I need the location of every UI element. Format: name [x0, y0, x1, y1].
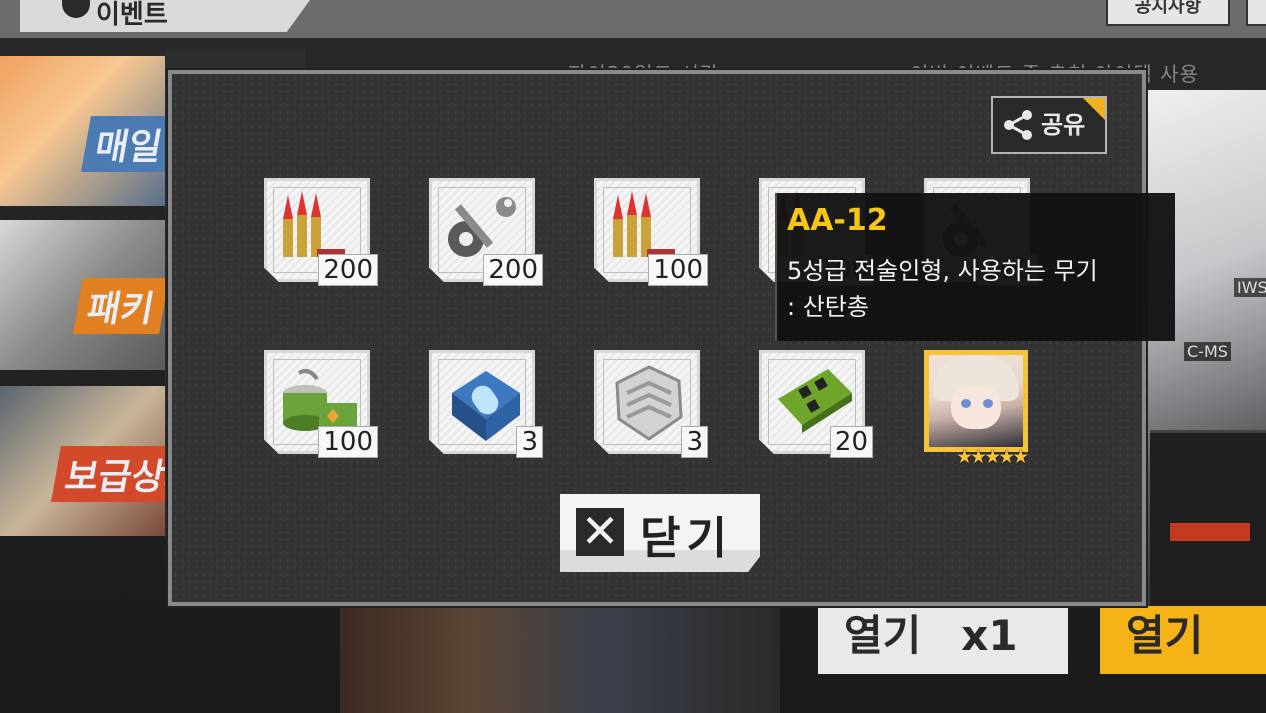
banner-daily[interactable]: 매일 [0, 56, 165, 206]
open-x1-label: 열기 [844, 611, 922, 660]
top-bar: 이벤트 공지사항 [0, 0, 1266, 38]
share-label: 공유 [1041, 111, 1086, 139]
item-quantity: 100 [648, 254, 708, 286]
item-quantity: 3 [516, 426, 543, 458]
item-quantity: 200 [318, 254, 378, 286]
supply-crate-art [1150, 430, 1266, 610]
tooltip-doll-name: AA-12 [787, 203, 888, 238]
right-tag-iws: IWS [1234, 278, 1266, 297]
doll-portrait [929, 355, 1023, 447]
item-quantity: 200 [483, 254, 543, 286]
share-button[interactable]: 공유 [991, 96, 1107, 154]
token-icon [615, 365, 683, 441]
reward-item[interactable]: 100 [594, 178, 708, 286]
quick-build-contract-icon [452, 371, 520, 441]
reward-item[interactable]: 200 [264, 178, 378, 286]
reward-item[interactable]: 3 [429, 350, 543, 458]
close-button[interactable]: ✕ 닫기 [560, 494, 760, 572]
share-corner-mark [1083, 98, 1105, 120]
close-label: 닫기 [640, 513, 733, 564]
tooltip-description-line1: 5성급 전술인형, 사용하는 무기 [787, 257, 1098, 285]
event-tab-label: 이벤트 [96, 0, 168, 30]
reward-item[interactable]: 20 [759, 350, 873, 458]
reward-item[interactable]: 200 [429, 178, 543, 286]
doll-card [924, 350, 1028, 452]
close-icon: ✕ [576, 508, 624, 556]
doll-eye [961, 399, 971, 408]
open-x1-button[interactable]: 열기 x1 [818, 606, 1068, 674]
banner-supply-box[interactable]: 보급상자 보상 [0, 386, 165, 536]
crate-stripe [1170, 523, 1250, 541]
item-quantity: 3 [681, 426, 708, 458]
item-quantity: 100 [318, 426, 378, 458]
doll-face [951, 385, 1001, 429]
event-logo-icon [62, 0, 90, 18]
banner-package-label: 패키 [73, 278, 165, 334]
event-tab[interactable]: 이벤트 [20, 0, 310, 32]
game-screen: 이벤트 공지사항 매일 패키 보급상자 보상 자이30일드 시간 이번 이벤트 … [0, 0, 1266, 713]
tooltip-description-line2: : 산탄총 [787, 293, 869, 321]
reward-item[interactable]: 3 [594, 350, 708, 458]
menu-button[interactable] [1246, 0, 1266, 26]
open-x1-count: x1 [961, 611, 1018, 660]
doll-tooltip: AA-12 5성급 전술인형, 사용하는 무기 : 산탄총 [775, 193, 1175, 341]
bottom-art-strip [340, 605, 780, 713]
share-icon [1004, 110, 1032, 140]
notice-button[interactable]: 공지사항 [1106, 0, 1230, 26]
open-button-label: 열기 [1126, 611, 1204, 660]
doll-eye [983, 399, 993, 408]
reward-item[interactable]: 100 [264, 350, 378, 458]
right-tag-cms: C-MS [1184, 342, 1231, 361]
item-quantity: 20 [829, 426, 873, 458]
banner-package[interactable]: 패키 [0, 220, 165, 370]
rarity-stars: ★★★★★ [956, 446, 1029, 468]
banner-supply-box-label: 보급상자 보상 [51, 446, 165, 502]
reward-doll[interactable]: ★★★★★ [924, 350, 1032, 468]
open-button[interactable]: 열기 [1100, 606, 1266, 674]
banner-daily-label: 매일 [81, 116, 165, 172]
